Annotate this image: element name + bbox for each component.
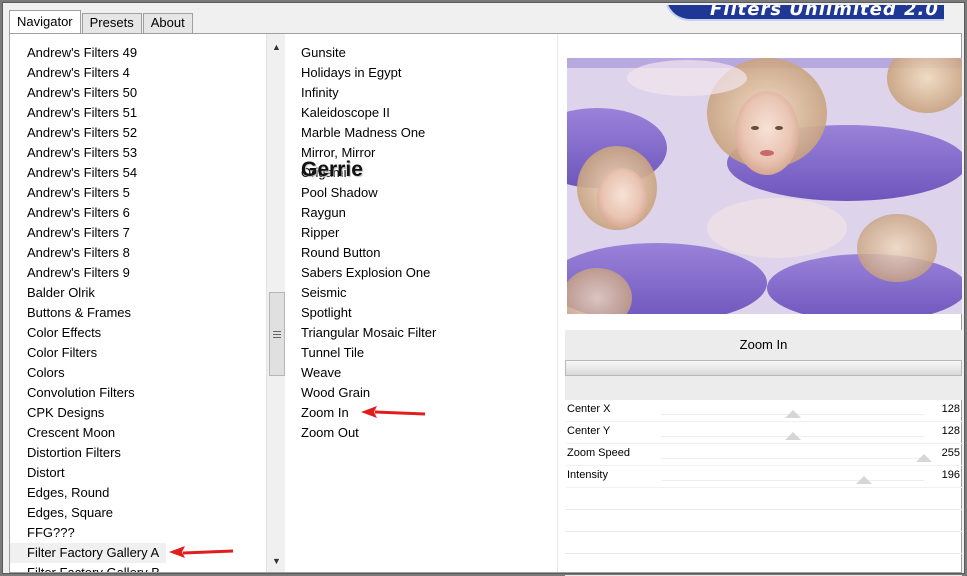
filter-list-item[interactable]: Weave — [285, 363, 557, 383]
category-list-item[interactable]: Balder Olrik — [10, 283, 266, 303]
category-list-item[interactable]: FFG??? — [10, 523, 266, 543]
filter-list-item[interactable]: Kaleidoscope II — [285, 103, 557, 123]
preview-image — [567, 58, 962, 314]
category-list-item[interactable]: Color Effects — [10, 323, 266, 343]
category-list-item[interactable]: Andrew's Filters 6 — [10, 203, 266, 223]
parameter-sliders: Center X 128 Center Y 128 Zoom Speed 255 Inten… — [565, 400, 962, 576]
red-arrow-icon — [361, 406, 426, 418]
category-list-item[interactable]: Andrew's Filters 51 — [10, 103, 266, 123]
tab-navigator[interactable]: Navigator — [9, 10, 81, 34]
slider-knob[interactable] — [784, 410, 801, 418]
parameter-slider-row[interactable]: Intensity 196 — [565, 466, 962, 488]
parameter-label: Zoom Speed — [567, 447, 630, 459]
category-list-item[interactable]: Andrew's Filters 9 — [10, 263, 266, 283]
parameter-slider-row[interactable]: Center Y 128 — [565, 422, 962, 444]
category-list-item[interactable]: Andrew's Filters 5 — [10, 183, 266, 203]
parameter-value: 128 — [941, 425, 960, 437]
category-list-item[interactable]: Distort — [10, 463, 266, 483]
filter-list-item[interactable]: Holidays in Egypt — [285, 63, 557, 83]
category-list-item[interactable]: Andrew's Filters 52 — [10, 123, 266, 143]
slider-knob[interactable] — [784, 432, 801, 440]
category-list-item[interactable]: CPK Designs — [10, 403, 266, 423]
slider-knob[interactable] — [855, 476, 872, 484]
empty-parameter-row — [565, 510, 962, 532]
category-list-item[interactable]: Filter Factory Gallery B — [10, 563, 266, 572]
slider-track[interactable] — [661, 458, 924, 459]
category-list-item[interactable]: Filter Factory Gallery A — [10, 543, 166, 563]
category-list-item[interactable]: Andrew's Filters 53 — [10, 143, 266, 163]
filter-list-item[interactable]: Raygun — [285, 203, 557, 223]
filter-list-item[interactable]: Triangular Mosaic Filter — [285, 323, 557, 343]
category-list-item[interactable]: Color Filters — [10, 343, 266, 363]
scroll-down-arrow-icon[interactable]: ▼ — [267, 552, 286, 570]
tab-presets[interactable]: Presets — [81, 13, 142, 33]
progress-bar — [565, 360, 962, 376]
navigator-panel: Andrew's Filters 49 Andrew's Filters 4 And… — [9, 33, 962, 576]
parameter-value: 128 — [941, 403, 960, 415]
empty-parameter-row — [565, 532, 962, 554]
selected-filter-name: Zoom In — [565, 330, 962, 360]
filter-list-item[interactable]: Pool Shadow — [285, 183, 557, 203]
scrollbar-thumb[interactable] — [269, 292, 285, 376]
filter-list-item[interactable]: Sabers Explosion One — [285, 263, 557, 283]
category-list-item[interactable]: Buttons & Frames — [10, 303, 266, 323]
filter-list-item[interactable]: Gunsite — [285, 43, 557, 63]
category-list-item[interactable]: Distortion Filters — [10, 443, 266, 463]
parameter-label: Center X — [567, 403, 611, 415]
filter-list-item[interactable]: Ripper — [285, 223, 557, 243]
category-scrollbar[interactable]: ▲ ▼ — [266, 34, 285, 572]
watermark-text: Gerrie — [301, 158, 363, 181]
empty-parameter-row — [565, 488, 962, 510]
category-list-item[interactable]: Andrew's Filters 8 — [10, 243, 266, 263]
parameter-value: 196 — [941, 469, 960, 481]
parameter-label: Center Y — [567, 425, 611, 437]
filter-list-item[interactable]: Tunnel Tile — [285, 343, 557, 363]
category-list-item[interactable]: Convolution Filters — [10, 383, 266, 403]
filter-list-item[interactable]: Wood Grain — [285, 383, 557, 403]
red-arrow-icon — [169, 546, 234, 558]
tab-bar: Navigator Presets About — [9, 9, 194, 34]
parameter-slider-row[interactable]: Center X 128 — [565, 400, 962, 422]
filter-list-item[interactable]: Spotlight — [285, 303, 557, 323]
category-list-item[interactable]: Edges, Round — [10, 483, 266, 503]
filters-unlimited-window: Navigator Presets About Filters Unlimite… — [2, 2, 965, 576]
tab-about[interactable]: About — [142, 13, 193, 33]
filters-unlimited-logo: Filters Unlimited 2.0 — [664, 5, 944, 21]
category-list[interactable]: Andrew's Filters 49 Andrew's Filters 4 And… — [10, 34, 266, 572]
logo-text: Filters Unlimited 2.0 — [710, 5, 939, 20]
parameter-label: Intensity — [567, 469, 608, 481]
category-list-item[interactable]: Andrew's Filters 7 — [10, 223, 266, 243]
filter-list-item[interactable]: Infinity — [285, 83, 557, 103]
filter-list-item[interactable]: Round Button — [285, 243, 557, 263]
slider-track[interactable] — [661, 480, 924, 481]
parameter-slider-row[interactable]: Zoom Speed 255 — [565, 444, 962, 466]
category-list-item[interactable]: Andrew's Filters 50 — [10, 83, 266, 103]
empty-parameter-row — [565, 554, 962, 576]
scroll-up-arrow-icon[interactable]: ▲ — [267, 38, 286, 56]
preview-and-controls: Zoom In Center X 128 Center Y 128 Zoom Speed… — [558, 34, 962, 576]
category-list-item[interactable]: Andrew's Filters 54 — [10, 163, 266, 183]
parameter-value: 255 — [941, 447, 960, 459]
filter-list-item[interactable]: Zoom Out — [285, 423, 557, 443]
filter-list-item[interactable]: Seismic — [285, 283, 557, 303]
category-list-item[interactable]: Crescent Moon — [10, 423, 266, 443]
category-list-item[interactable]: Andrew's Filters 4 — [10, 63, 266, 83]
filter-list[interactable]: Gunsite Holidays in Egypt Infinity Kaleidos… — [285, 34, 557, 572]
category-list-item[interactable]: Colors — [10, 363, 266, 383]
category-list-item[interactable]: Edges, Square — [10, 503, 266, 523]
category-list-item[interactable]: Andrew's Filters 49 — [10, 43, 266, 63]
slider-knob[interactable] — [916, 454, 932, 462]
filter-list-item[interactable]: Marble Madness One — [285, 123, 557, 143]
